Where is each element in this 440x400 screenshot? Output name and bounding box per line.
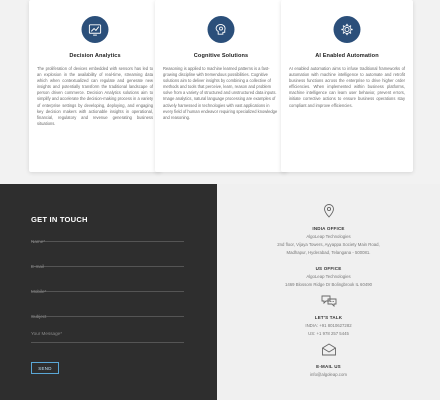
service-title: Cognitive Solutions [193,53,249,59]
send-button[interactable]: SEND [31,362,59,374]
service-description: The proliferation of devices embedded wi… [37,66,153,126]
subject-field [31,305,184,322]
name-field [31,230,184,247]
us-office-address: 1469 Blossom Ridge Dr Bolingbrook IL 604… [284,282,373,287]
us-office-company: AlgoLeap Technologies [306,274,351,279]
subject-input[interactable] [31,311,184,322]
analytics-icon [81,16,109,43]
service-title: AI Enabled Automation [315,53,379,59]
services-section: Decision Analytics The proliferation of … [0,0,440,184]
india-office-address-line2: Madhapur, Hyderabad, Telangana - 500081. [286,250,371,255]
service-card-decision-analytics: Decision Analytics The proliferation of … [29,0,161,172]
gear-icon [333,16,361,43]
chat-bubbles-icon [321,294,337,312]
message-input[interactable] [31,329,184,342]
name-input[interactable] [31,236,184,247]
contact-title: GET IN TOUCH [31,215,88,224]
us-office-heading: US OFFICE [315,266,342,271]
office-info-section: INDIA OFFICE AlgoLeap Technologies 2nd f… [217,184,440,400]
service-card-ai-automation: AI Enabled Automation AI enabled automat… [281,0,413,172]
message-field [31,329,184,343]
india-phone[interactable]: INDIA: +91 8010627282 [217,323,440,328]
us-phone[interactable]: US: +1 978 257 5445 [217,331,440,336]
email-us-heading: E-MAIL US [316,364,341,369]
envelope-icon [321,343,336,361]
mobile-field [31,280,184,297]
email-field [31,255,184,272]
india-office-heading: INDIA OFFICE [312,226,345,231]
service-description: Reasoning is applied to machine learned … [163,66,278,120]
location-pin-icon [323,204,334,223]
lets-talk-heading: LET'S TALK [314,315,343,320]
email-address-link[interactable]: info@algoleap.com [217,372,440,377]
email-input[interactable] [31,261,184,272]
service-title: Decision Analytics [69,53,121,59]
india-office-address-line1: 2nd floor, Vijaya Towers, Ayyappa Societ… [277,242,380,247]
india-office-company: AlgoLeap Technologies [306,234,351,239]
service-description: AI enabled automation aims to infuse tra… [289,66,405,108]
contact-form-section: GET IN TOUCH SEND [0,184,217,400]
service-card-cognitive-solutions: Cognitive Solutions Reasoning is applied… [155,0,287,172]
mobile-input[interactable] [31,286,184,297]
brain-gear-icon [207,16,235,43]
